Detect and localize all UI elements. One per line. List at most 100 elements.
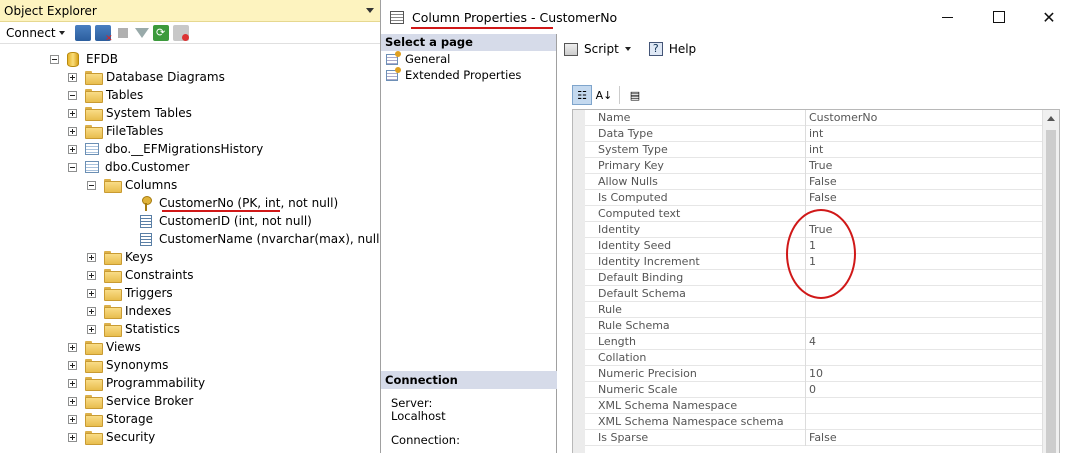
expand-icon[interactable] (87, 270, 96, 280)
help-icon[interactable] (648, 42, 663, 56)
vertical-scrollbar[interactable] (1042, 110, 1059, 453)
expand-icon[interactable] (68, 144, 77, 154)
property-row[interactable]: System Type int (585, 142, 1044, 158)
page-extended-properties[interactable]: Extended Properties (381, 66, 556, 83)
tree-node[interactable]: Views (68, 338, 141, 356)
property-row[interactable]: XML Schema Namespace (585, 398, 1044, 414)
tree-node[interactable]: Columns (87, 176, 177, 194)
tree-node[interactable]: dbo.Customer (68, 158, 189, 176)
collapse-icon[interactable] (87, 180, 96, 190)
page-general[interactable]: General (381, 50, 556, 67)
property-name: Numeric Precision (598, 367, 697, 380)
tree-node[interactable]: Keys (87, 248, 153, 266)
collapse-icon[interactable] (68, 162, 77, 172)
tree-node-label: EFDB (86, 52, 118, 66)
property-row[interactable]: Is Sparse False (585, 430, 1044, 446)
property-name: Default Binding (598, 271, 684, 284)
expand-icon[interactable] (87, 252, 96, 262)
grid-gutter (573, 110, 585, 453)
property-row[interactable]: Primary Key True (585, 158, 1044, 174)
expand-icon[interactable] (87, 324, 96, 334)
expand-icon[interactable] (68, 126, 77, 136)
expand-icon[interactable] (68, 432, 77, 442)
property-value: False (809, 191, 837, 204)
column-divider (805, 350, 806, 366)
tree-node[interactable]: System Tables (68, 104, 192, 122)
column-divider (805, 366, 806, 382)
script-button[interactable]: Script (584, 42, 619, 56)
dropdown-arrow-icon[interactable] (366, 8, 374, 13)
collapse-icon[interactable] (50, 54, 59, 64)
tree-node[interactable]: CustomerID (int, not null) (126, 212, 312, 230)
expand-icon[interactable] (68, 414, 77, 424)
tree-node[interactable]: dbo.__EFMigrationsHistory (68, 140, 263, 158)
column-divider (805, 382, 806, 398)
help-button[interactable]: Help (669, 42, 696, 56)
expand-icon[interactable] (68, 108, 77, 118)
property-row[interactable]: Allow Nulls False (585, 174, 1044, 190)
property-row[interactable]: Numeric Scale 0 (585, 382, 1044, 398)
tree-node[interactable]: Service Broker (68, 392, 193, 410)
tree-node[interactable]: Indexes (87, 302, 171, 320)
folder-icon (85, 341, 103, 355)
categorized-icon[interactable]: ☷ (572, 85, 592, 105)
property-row[interactable]: Name CustomerNo (585, 110, 1044, 126)
select-page-panel: Select a page General Extended Propertie… (381, 34, 557, 453)
tree-node[interactable]: Tables (68, 86, 143, 104)
property-row[interactable]: Numeric Precision 10 (585, 366, 1044, 382)
property-row[interactable]: Data Type int (585, 126, 1044, 142)
property-value: False (809, 175, 837, 188)
maximize-button[interactable] (989, 7, 1009, 27)
tree-node[interactable]: Synonyms (68, 356, 168, 374)
script-icon[interactable] (564, 42, 578, 56)
tree-node[interactable]: Storage (68, 410, 153, 428)
disconnect-icon[interactable] (94, 24, 113, 44)
tree-node[interactable]: Security (68, 428, 155, 446)
property-value: True (809, 159, 833, 172)
expand-icon[interactable] (68, 342, 77, 352)
minimize-button[interactable] (937, 7, 957, 27)
scroll-up-icon[interactable] (1047, 116, 1055, 121)
property-row[interactable]: Length 4 (585, 334, 1044, 350)
tree-node[interactable]: Triggers (87, 284, 173, 302)
column-divider (805, 302, 806, 318)
scroll-thumb[interactable] (1046, 130, 1056, 453)
tree-node[interactable]: Database Diagrams (68, 68, 225, 86)
property-pages-icon[interactable]: ▤ (625, 85, 645, 105)
expand-icon[interactable] (68, 396, 77, 406)
property-row[interactable]: Is Computed False (585, 190, 1044, 206)
close-button[interactable]: ✕ (1039, 7, 1059, 27)
folder-icon (85, 413, 103, 427)
expand-icon[interactable] (87, 306, 96, 316)
tree-node[interactable]: FileTables (68, 122, 163, 140)
connect-button[interactable]: Connect (6, 26, 65, 40)
property-value: False (809, 431, 837, 444)
activity-monitor-icon[interactable] (172, 24, 189, 41)
expand-icon[interactable] (68, 72, 77, 82)
sort-alphabetical-icon[interactable]: A↓ (594, 85, 614, 105)
folder-icon (104, 251, 122, 265)
property-row[interactable]: Rule (585, 302, 1044, 318)
tree-node[interactable]: Constraints (87, 266, 193, 284)
column-divider (805, 158, 806, 174)
property-value: 4 (809, 335, 816, 348)
property-row[interactable]: XML Schema Namespace schema (585, 414, 1044, 430)
folder-icon (85, 89, 103, 103)
dropdown-arrow-icon[interactable] (624, 47, 631, 51)
folder-icon (85, 431, 103, 445)
tree-node[interactable]: CustomerName (nvarchar(max), null) (126, 230, 380, 248)
expand-icon[interactable] (68, 360, 77, 370)
property-row[interactable]: Rule Schema (585, 318, 1044, 334)
stop-icon[interactable] (117, 27, 128, 38)
tree-node[interactable]: Statistics (87, 320, 180, 338)
tree-node[interactable]: EFDB (50, 50, 118, 68)
expand-icon[interactable] (87, 288, 96, 298)
tree-node[interactable]: Programmability (68, 374, 205, 392)
tree-node-label: dbo.__EFMigrationsHistory (105, 142, 264, 156)
collapse-icon[interactable] (68, 90, 77, 100)
property-row[interactable]: Collation (585, 350, 1044, 366)
expand-icon[interactable] (68, 378, 77, 388)
refresh-icon[interactable]: ⟳ (152, 24, 169, 41)
connect-database-icon[interactable] (74, 24, 91, 41)
filter-icon[interactable] (134, 27, 149, 38)
